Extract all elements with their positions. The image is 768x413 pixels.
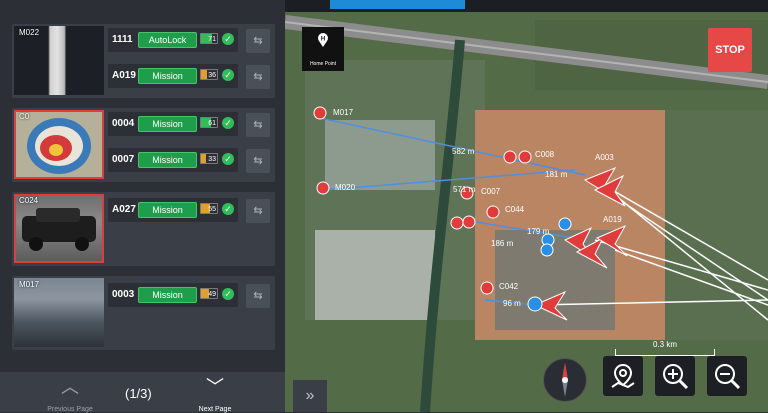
- drone-row[interactable]: 0003 Mission 49 ✓: [108, 283, 238, 307]
- distance-label: 96 m: [503, 299, 521, 308]
- mode-button[interactable]: Mission: [138, 68, 197, 84]
- swap-icon[interactable]: ⇆: [246, 65, 270, 89]
- top-bar: [285, 0, 768, 12]
- check-icon: ✓: [222, 203, 234, 215]
- zoom-in-button[interactable]: [655, 356, 695, 396]
- target-centric-tab[interactable]: [330, 0, 465, 9]
- page-indicator: (1/3): [125, 386, 152, 401]
- target-card[interactable]: M017 0003 Mission 49 ✓ ⇆: [12, 276, 275, 350]
- svg-text:H: H: [321, 37, 325, 43]
- marker-label: C042: [499, 282, 519, 291]
- expand-panel-button[interactable]: »: [293, 380, 327, 412]
- stop-button[interactable]: STOP: [708, 28, 752, 72]
- marker-label: M017: [333, 108, 354, 117]
- battery-fill: [201, 154, 207, 163]
- check-icon: ✓: [222, 69, 234, 81]
- compass-icon[interactable]: [543, 358, 587, 402]
- target-list-panel: M022 1111 AutoLock 71 ✓ ⇆ A019 Mission 3…: [0, 0, 285, 413]
- battery-indicator: 55: [200, 203, 218, 214]
- home-point-button[interactable]: H Home Point: [302, 27, 344, 71]
- drone-id: A027: [112, 204, 136, 215]
- marker-label: C044: [505, 205, 525, 214]
- scale-bar: [615, 349, 715, 356]
- target-card[interactable]: M022 1111 AutoLock 71 ✓ ⇆ A019 Mission 3…: [12, 24, 275, 98]
- check-icon: ✓: [222, 117, 234, 129]
- drone-id: 0004: [112, 118, 135, 129]
- marker-label: A003: [595, 153, 614, 162]
- swap-icon[interactable]: ⇆: [246, 113, 270, 137]
- zoom-in-icon: [663, 364, 689, 390]
- zoom-out-button[interactable]: [707, 356, 747, 396]
- battery-indicator: 61: [200, 117, 218, 128]
- battery-indicator: 71: [200, 33, 218, 44]
- satellite-map[interactable]: M017 M020 C007 C044 C008 A003 A019 C042 …: [285, 0, 768, 412]
- mode-button[interactable]: AutoLock: [138, 32, 197, 48]
- mode-button[interactable]: Mission: [138, 202, 197, 218]
- drone-row[interactable]: A027 Mission 55 ✓: [108, 198, 238, 222]
- battery-indicator: 33: [200, 153, 218, 164]
- swap-icon[interactable]: ⇆: [246, 284, 270, 308]
- battery-indicator: 36: [200, 69, 218, 80]
- distance-label: 179 m: [527, 227, 550, 236]
- drone-row[interactable]: 0007 Mission 33 ✓: [108, 148, 238, 172]
- thumbnail-label: M017: [19, 280, 40, 289]
- chevron-up-icon: ︿: [61, 377, 79, 397]
- check-icon: ✓: [222, 153, 234, 165]
- mode-button[interactable]: Mission: [138, 116, 197, 132]
- compass-rose: [562, 363, 568, 397]
- swap-icon[interactable]: ⇆: [246, 29, 270, 53]
- distance-label: 181 m: [545, 170, 568, 179]
- target-card[interactable]: C0 0004 Mission 61 ✓ ⇆ 0007 Mission 33 ✓…: [12, 108, 275, 182]
- map-pin-button[interactable]: [603, 356, 643, 396]
- marker-label: A019: [603, 215, 622, 224]
- target-thumbnail: M017: [14, 278, 104, 347]
- map-pin-icon: [611, 363, 635, 389]
- check-icon: ✓: [222, 33, 234, 45]
- target-thumbnail: M022: [14, 26, 104, 95]
- target-thumbnail: C0: [14, 110, 104, 179]
- scale-label: 0.3 km: [652, 340, 677, 349]
- previous-page-button[interactable]: ︿ Previous Page: [30, 377, 110, 413]
- chevron-down-icon: ﹀: [206, 377, 224, 397]
- zoom-out-icon: [715, 364, 741, 390]
- thumbnail-label: M022: [19, 28, 40, 37]
- target-card[interactable]: C024 A027 Mission 55 ✓ ⇆: [12, 192, 275, 266]
- pagination-bar: ︿ Previous Page (1/3) ﹀ Next Page: [0, 372, 285, 413]
- target-thumbnail: C024: [14, 194, 104, 263]
- drone-row[interactable]: A019 Mission 36 ✓: [108, 64, 238, 88]
- distance-label: 571 m: [453, 185, 476, 194]
- next-page-button[interactable]: ﹀ Next Page: [175, 377, 255, 413]
- marker-label: C007: [481, 187, 501, 196]
- drone-id: 0003: [112, 289, 135, 300]
- swap-icon[interactable]: ⇆: [246, 149, 270, 173]
- map-scale: 0.3 km: [615, 340, 715, 356]
- drone-row[interactable]: 0004 Mission 61 ✓: [108, 112, 238, 136]
- drone-id: A019: [112, 70, 136, 81]
- drone-id: 1111: [112, 34, 133, 45]
- drone-row[interactable]: 1111 AutoLock 71 ✓: [108, 28, 238, 52]
- check-icon: ✓: [222, 288, 234, 300]
- home-point-label: Home Point: [309, 61, 337, 67]
- battery-fill: [201, 70, 207, 79]
- marker-label: M020: [335, 183, 356, 192]
- thumbnail-label: C0: [19, 112, 30, 121]
- battery-indicator: 49: [200, 288, 218, 299]
- swap-icon[interactable]: ⇆: [246, 199, 270, 223]
- mode-button[interactable]: Mission: [138, 152, 197, 168]
- thumbnail-label: C024: [19, 196, 39, 205]
- marker-label: C008: [535, 150, 555, 159]
- mode-button[interactable]: Mission: [138, 287, 197, 303]
- distance-label: 582 m: [452, 147, 475, 156]
- drone-id: 0007: [112, 154, 135, 165]
- home-point-icon: H: [318, 33, 328, 47]
- distance-label: 186 m: [491, 239, 514, 248]
